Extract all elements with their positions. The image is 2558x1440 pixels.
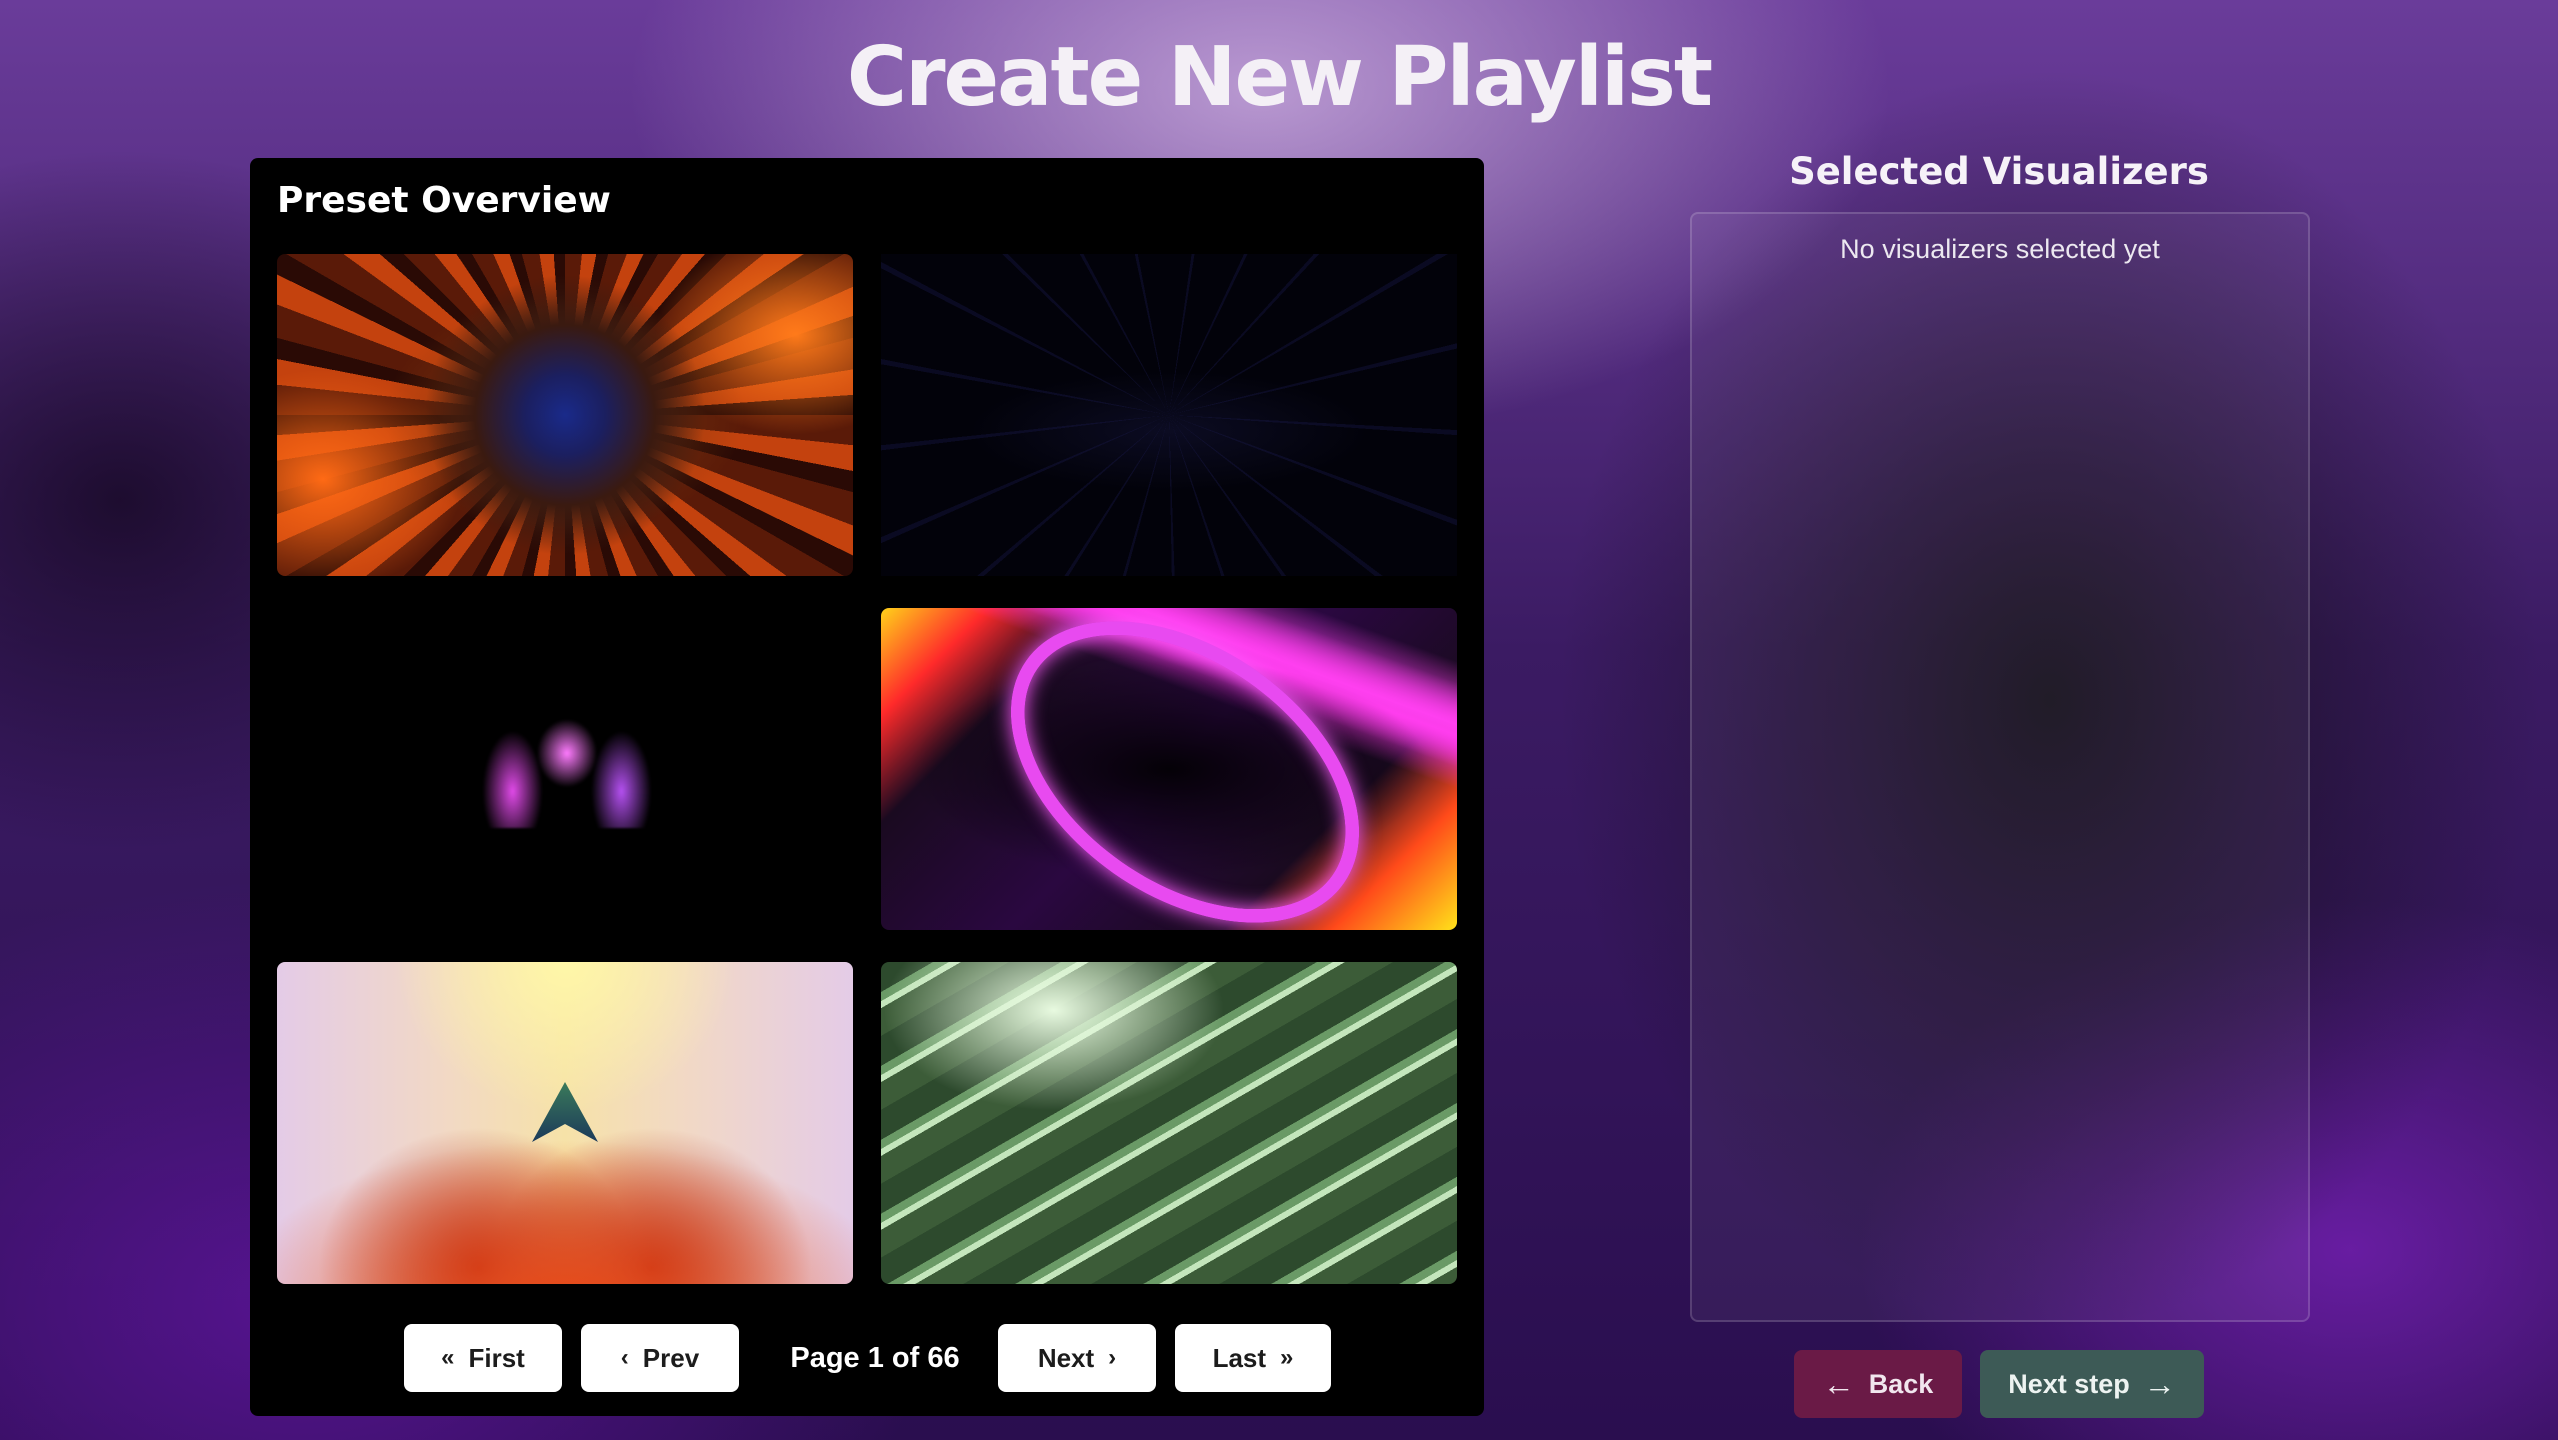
first-page-button[interactable]: « First [404,1324,562,1392]
chevron-right-icon: › [1108,1344,1117,1371]
last-page-button[interactable]: Last » [1175,1324,1331,1392]
preset-thumbnail[interactable] [277,962,853,1284]
arrow-left-icon: ← [1822,1366,1855,1402]
chevron-left-icon: ‹ [620,1344,629,1371]
page-title: Create New Playlist [846,30,1713,125]
arrow-right-icon: → [2143,1366,2176,1402]
first-page-label: First [468,1342,525,1373]
next-step-label: Next step [2008,1368,2130,1399]
next-step-button[interactable]: Next step → [1980,1350,2204,1418]
preset-overview-title: Preset Overview [277,180,611,221]
double-chevron-left-icon: « [441,1344,455,1371]
next-page-label: Next [1037,1342,1095,1373]
preset-overview-panel: Preset Overview « First ‹ Prev Page 1 of… [250,158,1484,1416]
pagination: « First ‹ Prev Page 1 of 66 Next › Last … [250,1324,1484,1394]
prev-page-label: Prev [642,1342,700,1373]
empty-state-text: No visualizers selected yet [1840,234,2160,264]
next-page-button[interactable]: Next › [998,1324,1156,1392]
back-label: Back [1868,1368,1934,1399]
back-button[interactable]: ← Back [1794,1350,1962,1418]
preset-thumbnail[interactable] [881,608,1457,930]
preset-thumbnail[interactable] [881,962,1457,1284]
selected-visualizers-panel: No visualizers selected yet [1690,212,2310,1322]
preset-thumbnail[interactable] [881,254,1457,576]
bird-shape [482,713,652,828]
preset-thumbnail[interactable] [277,608,853,930]
last-page-label: Last [1212,1342,1267,1373]
selected-visualizers-title: Selected Visualizers [1789,150,2209,193]
page-indicator: Page 1 of 66 [790,1341,960,1374]
preset-thumbnail[interactable] [277,254,853,576]
double-chevron-right-icon: » [1280,1344,1294,1371]
prev-page-button[interactable]: ‹ Prev [581,1324,739,1392]
